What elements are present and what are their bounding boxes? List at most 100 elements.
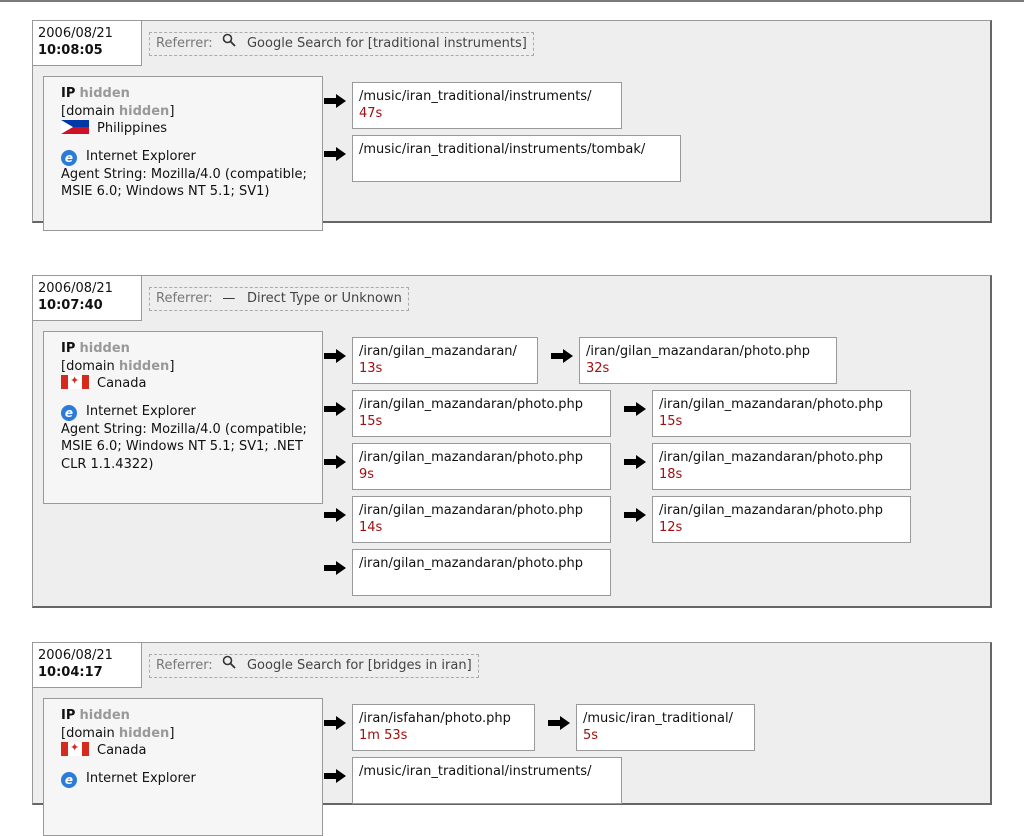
visit-timestamp: 2006/08/21 10:08:05	[32, 20, 142, 66]
page-link[interactable]: /iran/gilan_mazandaran/photo.php 32s	[579, 337, 837, 384]
visit-entry: 2006/08/21 10:08:05 Referrer: Google Sea…	[32, 20, 992, 242]
page-duration: 15s	[659, 414, 683, 429]
visit-time: 10:08:05	[38, 43, 103, 58]
page-path: /iran/isfahan/photo.php	[359, 711, 511, 726]
page-path: /music/iran_traditional/instruments/	[359, 89, 592, 104]
page-link[interactable]: /iran/isfahan/photo.php 1m 53s	[352, 704, 535, 751]
arrow-icon	[324, 349, 348, 363]
page-link[interactable]: /iran/gilan_mazandaran/ 13s	[352, 337, 538, 384]
page-link[interactable]: /music/iran_traditional/instruments/	[352, 757, 622, 804]
visitor-info: IP hidden [domain hidden] Philippines eI…	[43, 76, 323, 231]
page-link[interactable]: /music/iran_traditional/instruments/tomb…	[352, 135, 681, 182]
page-path: /iran/gilan_mazandaran/photo.php	[659, 503, 884, 518]
referrer-text: Google Search for [traditional instrumen…	[246, 36, 527, 51]
page-duration: 1m 53s	[359, 728, 408, 743]
page-link[interactable]: /music/iran_traditional/instruments/ 47s	[352, 82, 622, 129]
visit-panel: Referrer: Google Search for [bridges in …	[32, 642, 992, 836]
browser-name: Internet Explorer	[86, 770, 196, 786]
browser-name: Internet Explorer	[86, 148, 196, 164]
ip-label: IP	[61, 341, 76, 356]
domain-value: hidden	[118, 358, 170, 374]
page-duration: 32s	[586, 361, 610, 376]
visit-date: 2006/08/21	[38, 648, 113, 663]
ip-label: IP	[61, 86, 76, 101]
page-duration: 47s	[359, 106, 383, 121]
page-duration: 14s	[359, 520, 383, 535]
page-link[interactable]: /iran/gilan_mazandaran/photo.php 12s	[652, 496, 911, 543]
internet-explorer-icon: e	[61, 404, 77, 421]
arrow-icon	[324, 561, 348, 575]
page-link[interactable]: /iran/gilan_mazandaran/photo.php 15s	[352, 390, 611, 437]
philippines-flag-icon	[61, 120, 89, 134]
page-link[interactable]: /iran/gilan_mazandaran/photo.php 14s	[352, 496, 611, 543]
agent-string: Agent String: Mozilla/4.0 (compatible; M…	[61, 421, 307, 472]
search-icon	[221, 655, 237, 677]
domain-close: ]	[169, 725, 175, 741]
country-name: Canada	[97, 376, 147, 391]
visitor-info: IP hidden [domain hidden] Canada e Intern…	[43, 698, 323, 836]
referrer-box[interactable]: Referrer: Google Search for [bridges in …	[149, 654, 479, 678]
page-link[interactable]: /music/iran_traditional/ 5s	[576, 704, 755, 751]
arrow-icon	[551, 349, 575, 363]
page-duration: 9s	[359, 467, 375, 482]
domain-close: ]	[169, 358, 175, 374]
domain-label: [domain	[61, 103, 115, 119]
page-duration: 18s	[659, 467, 683, 482]
arrow-icon	[324, 769, 348, 783]
country-name: Canada	[97, 743, 147, 758]
page-path: /iran/gilan_mazandaran/photo.php	[659, 450, 884, 465]
referrer-label: Referrer:	[156, 658, 213, 673]
referrer-text: Direct Type or Unknown	[246, 291, 402, 306]
ip-label: IP	[61, 708, 76, 723]
page-path: /iran/gilan_mazandaran/photo.php	[359, 397, 584, 412]
page-path: /music/iran_traditional/instruments/tomb…	[359, 142, 646, 157]
search-icon	[221, 33, 237, 55]
visit-panel: Referrer: — Direct Type or Unknown IP hi…	[32, 275, 992, 608]
arrow-icon	[624, 402, 648, 416]
ip-value: hidden	[79, 341, 130, 356]
page-path: /iran/gilan_mazandaran/photo.php	[586, 344, 811, 359]
page-link[interactable]: /iran/gilan_mazandaran/photo.php 9s	[352, 443, 611, 490]
page-link[interactable]: /iran/gilan_mazandaran/photo.php 18s	[652, 443, 911, 490]
referrer-label: Referrer:	[156, 291, 213, 306]
arrow-icon	[324, 508, 348, 522]
page-duration: 12s	[659, 520, 683, 535]
visit-date: 2006/08/21	[38, 281, 113, 296]
agent-string: Agent String: Mozilla/4.0 (compatible; M…	[61, 166, 307, 200]
visitor-info: IP hidden [domain hidden] Canada e Intern…	[43, 331, 323, 504]
referrer-label: Referrer:	[156, 36, 213, 51]
page-duration: 13s	[359, 361, 383, 376]
page-duration: 5s	[583, 728, 599, 743]
visit-date: 2006/08/21	[38, 26, 113, 41]
country-name: Philippines	[97, 121, 168, 136]
ip-value: hidden	[79, 708, 130, 723]
top-border	[0, 0, 1024, 2]
visit-entry: 2006/08/21 10:04:17 Referrer: Google Sea…	[32, 642, 992, 836]
arrow-icon	[548, 716, 572, 730]
internet-explorer-icon: e	[61, 149, 77, 166]
arrow-icon	[324, 94, 348, 108]
visit-timestamp: 2006/08/21 10:07:40	[32, 275, 142, 321]
page-path: /music/iran_traditional/instruments/	[359, 764, 592, 779]
arrow-icon	[624, 455, 648, 469]
referrer-box[interactable]: Referrer: — Direct Type or Unknown	[149, 287, 409, 311]
page-duration: 15s	[359, 414, 383, 429]
referrer-box[interactable]: Referrer: Google Search for [traditional…	[149, 32, 534, 56]
referrer-text: Google Search for [bridges in iran]	[246, 658, 472, 673]
page-path: /iran/gilan_mazandaran/	[359, 344, 517, 359]
visit-time: 10:04:17	[38, 665, 103, 680]
domain-label: [domain	[61, 725, 115, 741]
dash-icon: —	[222, 291, 236, 306]
internet-explorer-icon: e	[61, 771, 77, 788]
domain-value: hidden	[118, 103, 170, 119]
browser-name: Internet Explorer	[86, 403, 196, 419]
domain-label: [domain	[61, 358, 115, 374]
visit-panel: Referrer: Google Search for [traditional…	[32, 20, 992, 231]
page-link[interactable]: /iran/gilan_mazandaran/photo.php	[352, 549, 611, 596]
domain-value: hidden	[118, 725, 170, 741]
arrow-icon	[324, 716, 348, 730]
page-link[interactable]: /iran/gilan_mazandaran/photo.php 15s	[652, 390, 911, 437]
ip-value: hidden	[79, 86, 130, 101]
arrow-icon	[324, 455, 348, 469]
page-path: /iran/gilan_mazandaran/photo.php	[359, 450, 584, 465]
